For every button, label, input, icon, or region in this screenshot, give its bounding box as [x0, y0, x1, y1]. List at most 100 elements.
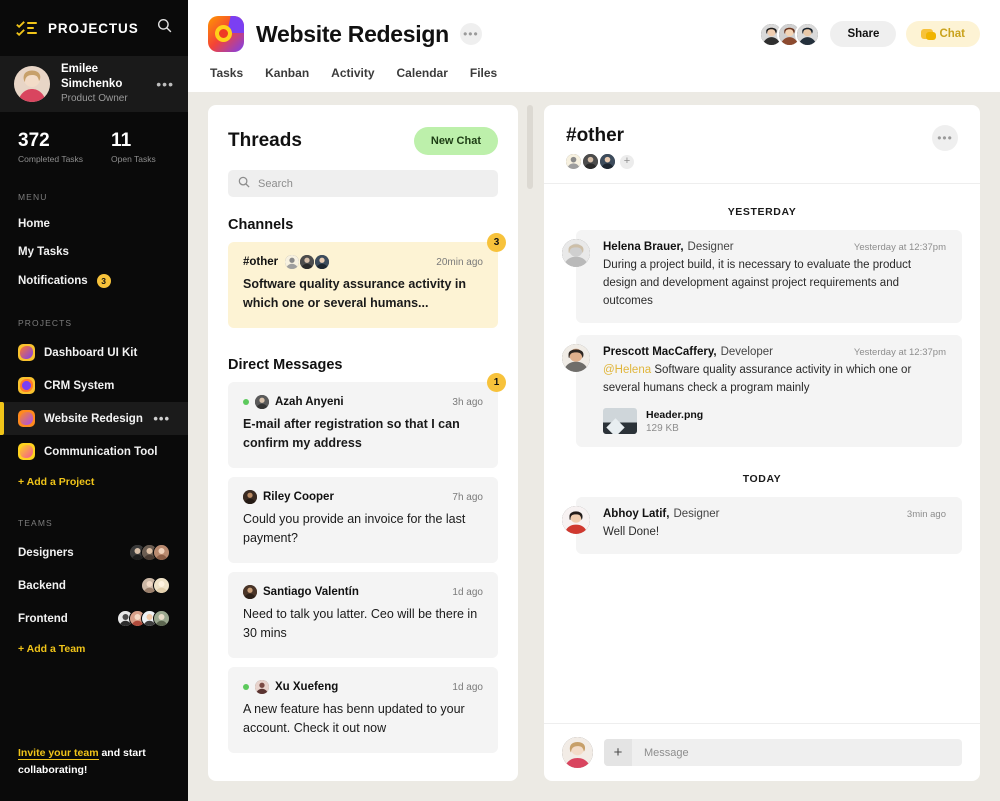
- message-composer: +: [544, 723, 980, 781]
- channels-heading: Channels: [228, 217, 294, 233]
- search-icon[interactable]: [157, 18, 172, 38]
- attachment[interactable]: Header.png 129 KB: [603, 408, 946, 434]
- sidebar-item-frontend[interactable]: Frontend: [0, 602, 188, 635]
- add-member-icon[interactable]: +: [620, 154, 634, 169]
- user-menu-icon[interactable]: •••: [156, 77, 174, 91]
- message-bubble: Abhoy Latif, Designer 3min ago Well Done…: [576, 497, 962, 554]
- content-area: Threads New Chat Channels #other: [188, 92, 1000, 801]
- sidebar-item-website-redesign[interactable]: Website Redesign •••: [0, 402, 188, 435]
- sidebar-item-crm-system[interactable]: CRM System: [0, 369, 188, 402]
- sidebar-item-designers[interactable]: Designers: [0, 536, 188, 569]
- share-button[interactable]: Share: [830, 21, 897, 47]
- page-title: Website Redesign: [256, 20, 449, 47]
- mention-link[interactable]: @Helena: [603, 364, 651, 376]
- team-label: Designers: [18, 546, 74, 559]
- channel-members: +: [566, 154, 634, 169]
- sidebar-item-dashboard-ui-kit[interactable]: Dashboard UI Kit: [0, 336, 188, 369]
- scrollbar-thumb[interactable]: [527, 105, 533, 189]
- brand-name: PROJECTUS: [48, 20, 139, 36]
- message-input-wrap[interactable]: +: [604, 739, 962, 766]
- invite-team-link[interactable]: Invite your team: [18, 747, 99, 760]
- chat-header: #other + •••: [544, 105, 980, 184]
- thread-name: #other: [243, 256, 279, 268]
- sidebar-item-home[interactable]: Home: [0, 210, 188, 238]
- sidebar-item-backend[interactable]: Backend: [0, 569, 188, 602]
- tab-activity[interactable]: Activity: [331, 66, 374, 92]
- sidebar-item-communication-tool[interactable]: Communication Tool: [0, 435, 188, 468]
- thread-name: Riley Cooper: [263, 491, 334, 503]
- sidebar-teams-list: Designers Backend Frontend + Add a Team: [0, 536, 188, 663]
- tab-kanban[interactable]: Kanban: [265, 66, 309, 92]
- sidebar-item-label: Website Redesign: [44, 412, 143, 425]
- avatar[interactable]: [795, 21, 821, 47]
- project-menu-icon[interactable]: •••: [153, 412, 170, 425]
- message-item: Prescott MacCaffery, Developer Yesterday…: [562, 335, 962, 447]
- add-team-button[interactable]: + Add a Team: [0, 635, 188, 663]
- message-bubble: Prescott MacCaffery, Developer Yesterday…: [576, 335, 962, 447]
- message-role: Developer: [720, 346, 773, 358]
- project-options-icon[interactable]: •••: [459, 23, 482, 45]
- main-area: Website Redesign ••• Share Chat Tasks Ka…: [188, 0, 1000, 801]
- stat-value: 372: [18, 130, 50, 151]
- day-separator: TODAY: [742, 473, 782, 485]
- avatar: [566, 154, 581, 169]
- message-bubble: Helena Brauer, Designer Yesterday at 12:…: [576, 230, 962, 323]
- avatar: [285, 255, 300, 269]
- avatar: [255, 680, 269, 694]
- avatar: [562, 506, 590, 534]
- add-attachment-icon[interactable]: +: [604, 739, 632, 766]
- panel-scrollbar[interactable]: [518, 105, 544, 781]
- channel-options-icon[interactable]: •••: [932, 125, 958, 151]
- stat-label: Completed Tasks: [18, 154, 84, 164]
- tab-tasks[interactable]: Tasks: [210, 66, 243, 92]
- chat-panel: #other + ••• YESTERDAY Helena Brauer, De…: [544, 105, 980, 781]
- tab-files[interactable]: Files: [470, 66, 497, 92]
- threads-title: Threads: [228, 130, 302, 151]
- message-header: Helena Brauer, Designer Yesterday at 12:…: [603, 241, 946, 253]
- sidebar-projects-list: Dashboard UI Kit CRM System Website Rede…: [0, 336, 188, 496]
- stat-open-tasks: 11 Open Tasks: [111, 130, 156, 164]
- sidebar-item-label: My Tasks: [18, 246, 69, 258]
- sidebar-user-card[interactable]: Emilee Simchenko Product Owner •••: [0, 56, 188, 112]
- search-input[interactable]: [258, 177, 488, 190]
- avatar: [583, 154, 598, 169]
- thread-preview: Could you provide an invoice for the las…: [243, 512, 466, 545]
- thread-item-riley-cooper[interactable]: Riley Cooper 7h ago Could you provide an…: [228, 477, 498, 563]
- add-project-button[interactable]: + Add a Project: [0, 468, 188, 496]
- notifications-badge: 3: [96, 274, 111, 288]
- tab-calendar[interactable]: Calendar: [397, 66, 448, 92]
- avatar: [562, 344, 590, 372]
- message-time: Yesterday at 12:37pm: [853, 242, 946, 253]
- thread-item-santiago-valentin[interactable]: Santiago Valentín 1d ago Need to talk yo…: [228, 572, 498, 658]
- thread-item-xu-xuefeng[interactable]: Xu Xuefeng 1d ago A new feature has benn…: [228, 667, 498, 753]
- sidebar-brand-row: PROJECTUS: [0, 0, 188, 56]
- unread-badge: 1: [487, 373, 506, 392]
- sidebar-item-label: Communication Tool: [44, 445, 158, 458]
- sidebar-item-notifications[interactable]: Notifications 3: [0, 266, 188, 296]
- sidebar-item-label: Dashboard UI Kit: [44, 346, 138, 359]
- thread-item-azah-anyeni[interactable]: Azah Anyeni 3h ago E-mail after registra…: [228, 373, 506, 468]
- menu-section-title: MENU: [18, 192, 48, 202]
- sidebar-item-my-tasks[interactable]: My Tasks: [0, 238, 188, 266]
- message-text: During a project build, it is necessary …: [603, 259, 912, 307]
- team-label: Backend: [18, 579, 66, 592]
- thread-item-other[interactable]: #other 20min ago Software quality assura…: [228, 233, 506, 328]
- message-author: Abhoy Latif,: [603, 508, 670, 520]
- avatar: [300, 255, 315, 269]
- chat-header-info: #other +: [566, 125, 634, 169]
- thread-time: 20min ago: [436, 256, 483, 268]
- member-avatars: [759, 21, 821, 47]
- message-header: Prescott MacCaffery, Developer Yesterday…: [603, 346, 946, 358]
- thread-time: 1d ago: [452, 681, 483, 693]
- avatar: [153, 610, 170, 627]
- threads-search[interactable]: [228, 170, 498, 197]
- message-time: 3min ago: [906, 509, 946, 520]
- project-tabs: Tasks Kanban Activity Calendar Files: [208, 52, 980, 92]
- direct-messages-heading: Direct Messages: [228, 357, 343, 373]
- new-chat-button[interactable]: New Chat: [413, 127, 498, 155]
- chat-button-label: Chat: [939, 28, 965, 40]
- attachment-meta: Header.png 129 KB: [646, 409, 703, 434]
- unread-badge: 3: [487, 233, 506, 252]
- chat-button[interactable]: Chat: [906, 21, 980, 47]
- message-input[interactable]: [632, 746, 962, 759]
